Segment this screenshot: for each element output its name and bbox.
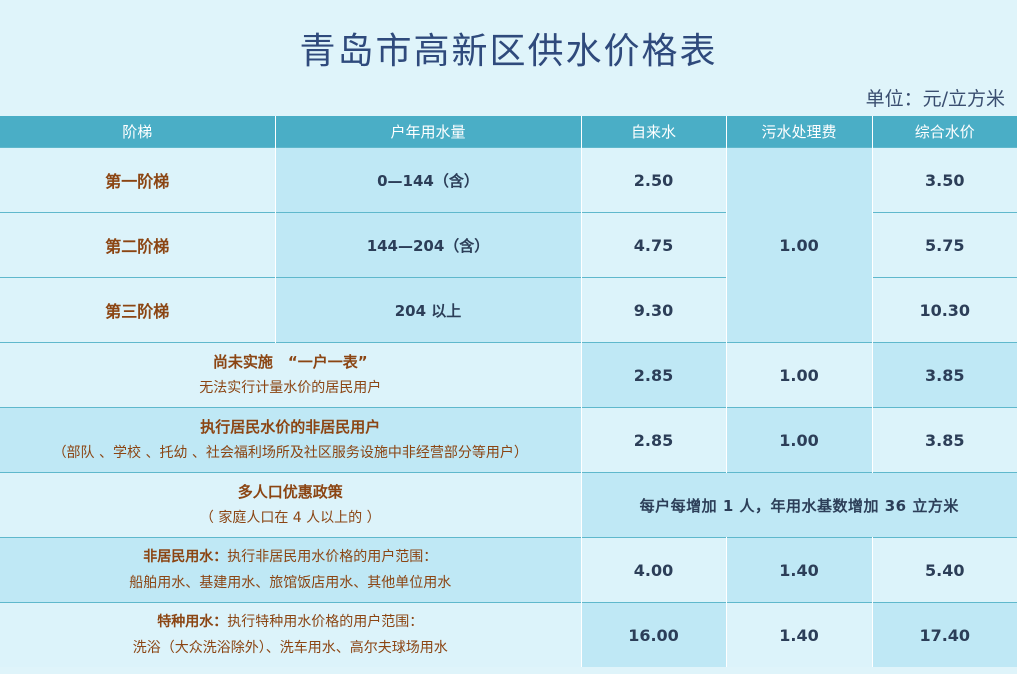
large-household-subtitle: （ 家庭人口在 4 人以上的 ） (199, 510, 381, 526)
tier-1-name: 第一阶梯 (0, 147, 276, 213)
special-total: 17.40 (872, 602, 1017, 667)
table-row-no-meter: 尚未实施 “一户一表” 无法实行计量水价的居民用户 2.85 1.00 3.85 (0, 342, 1017, 408)
non-resident-scope: 执行非居民用水价格的用户范围： (227, 549, 438, 565)
non-resident-resident-price-sewage: 1.00 (726, 407, 873, 473)
page-title: 青岛市高新区供水价格表 (299, 31, 718, 72)
header-tier: 阶梯 (0, 116, 276, 148)
table-row-tier-1: 第一阶梯 0—144（含） 2.50 1.00 3.50 (0, 147, 1017, 343)
non-resident-resident-price-title: 执行居民水价的非居民用户 (200, 418, 381, 436)
table-row-large-household: 多人口优惠政策 （ 家庭人口在 4 人以上的 ） 每户每增加 1 人，年用水基数… (0, 472, 1017, 538)
no-meter-subtitle: 无法实行计量水价的居民用户 (199, 380, 382, 396)
special-scope: 执行特种用水价格的用户范围： (227, 614, 424, 630)
no-meter-total: 3.85 (872, 342, 1017, 408)
tier-3-tap: 9.30 (581, 277, 727, 343)
special-line-1: 特种用水：执行特种用水价格的用户范围： (0, 609, 581, 635)
non-resident-sewage: 1.40 (726, 537, 873, 603)
no-meter-title: 尚未实施 “一户一表” (212, 353, 368, 371)
non-resident-desc: 非居民用水：执行非居民用水价格的用户范围： 船舶用水、基建用水、旅馆饭店用水、其… (0, 537, 582, 603)
header-sewage-fee: 污水处理费 (726, 116, 873, 148)
table-row-non-resident-resident-price: 执行居民水价的非居民用户 （部队 、学校 、托幼 、社会福利场所及社区服务设施中… (0, 407, 1017, 473)
non-resident-resident-price-desc: 执行居民水价的非居民用户 （部队 、学校 、托幼 、社会福利场所及社区服务设施中… (0, 407, 582, 473)
no-meter-desc: 尚未实施 “一户一表” 无法实行计量水价的居民用户 (0, 342, 582, 408)
large-household-title: 多人口优惠政策 (237, 483, 343, 501)
tier-2-total: 5.75 (872, 212, 1017, 278)
non-resident-resident-price-tap: 2.85 (581, 407, 727, 473)
tier-3-name: 第三阶梯 (0, 277, 276, 343)
special-desc: 特种用水：执行特种用水价格的用户范围： 洗浴（大众洗浴除外）、洗车用水、高尔夫球… (0, 602, 582, 667)
unit-label: 单位：元/立方米 (865, 88, 1005, 110)
water-price-table: 阶梯 户年用水量 自来水 污水处理费 综合水价 第一阶梯 0—144（含） 2.… (0, 116, 1017, 667)
header-annual-usage: 户年用水量 (275, 116, 582, 148)
tier-2-tap: 4.75 (581, 212, 727, 278)
tier-2-range: 144—204（含） (275, 212, 582, 278)
non-resident-tap: 4.00 (581, 537, 727, 603)
table-row-non-resident: 非居民用水：执行非居民用水价格的用户范围： 船舶用水、基建用水、旅馆饭店用水、其… (0, 537, 1017, 603)
large-household-desc: 多人口优惠政策 （ 家庭人口在 4 人以上的 ） (0, 472, 582, 538)
special-label: 特种用水： (157, 614, 228, 630)
non-resident-total: 5.40 (872, 537, 1017, 603)
header-row: 阶梯 户年用水量 自来水 污水处理费 综合水价 (0, 116, 1017, 148)
non-resident-resident-price-total: 3.85 (872, 407, 1017, 473)
non-resident-label: 非居民用水： (143, 549, 228, 565)
tier-1-tap: 2.50 (581, 147, 727, 213)
tier-2-name: 第二阶梯 (0, 212, 276, 278)
special-examples: 洗浴（大众洗浴除外）、洗车用水、高尔夫球场用水 (132, 640, 448, 656)
special-sewage: 1.40 (726, 602, 873, 667)
non-resident-line-1: 非居民用水：执行非居民用水价格的用户范围： (0, 544, 581, 570)
header-total-price: 综合水价 (872, 116, 1017, 148)
no-meter-sewage: 1.00 (726, 342, 873, 408)
tier-3-range: 204 以上 (275, 277, 582, 343)
tier-1-range: 0—144（含） (275, 147, 582, 213)
tier-sewage-fee: 1.00 (726, 147, 873, 343)
non-resident-examples: 船舶用水、基建用水、旅馆饭店用水、其他单位用水 (129, 575, 452, 591)
non-resident-resident-price-subtitle: （部队 、学校 、托幼 、社会福利场所及社区服务设施中非经营部分等用户） (52, 445, 528, 461)
large-household-policy: 每户每增加 1 人，年用水基数增加 36 立方米 (581, 472, 1017, 538)
no-meter-tap: 2.85 (581, 342, 727, 408)
tier-3-total: 10.30 (872, 277, 1017, 343)
header-tap-water: 自来水 (581, 116, 727, 148)
table-row-special: 特种用水：执行特种用水价格的用户范围： 洗浴（大众洗浴除外）、洗车用水、高尔夫球… (0, 602, 1017, 667)
tier-1-total: 3.50 (872, 147, 1017, 213)
special-tap: 16.00 (581, 602, 727, 667)
